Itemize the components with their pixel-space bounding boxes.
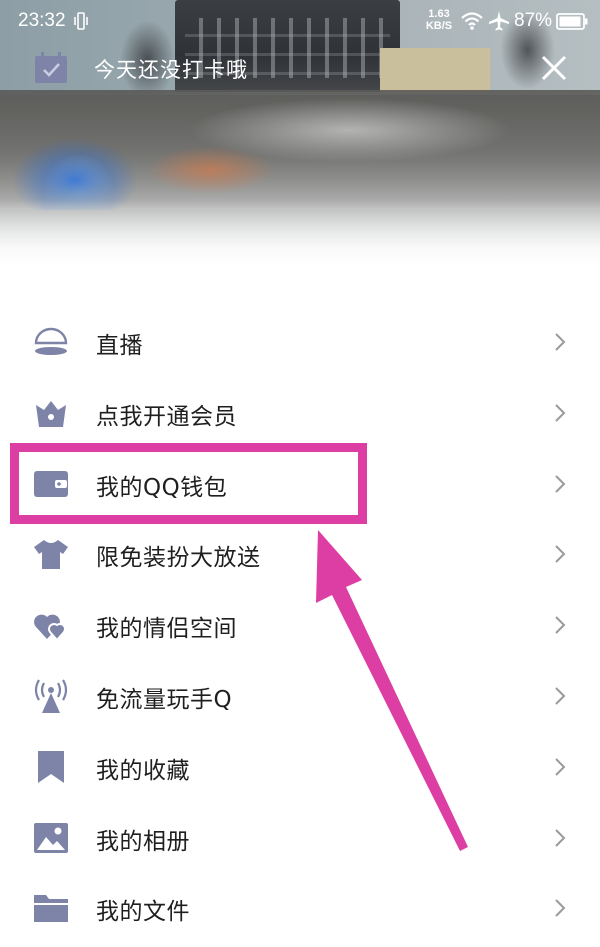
menu-item-label: 限免装扮大放送 <box>96 545 261 572</box>
live-icon <box>34 327 68 355</box>
status-bar: 23:32 1.63 KB/S 87% <box>0 0 600 44</box>
status-time: 23:32 <box>18 10 66 31</box>
chevron-right-icon <box>555 545 566 564</box>
checkin-text[interactable]: 今天还没打卡哦 <box>94 54 248 84</box>
chevron-right-icon <box>555 899 566 918</box>
chevron-right-icon <box>555 333 566 351</box>
chevron-right-icon <box>555 828 566 847</box>
close-icon[interactable] <box>538 52 570 84</box>
header-fade <box>0 200 600 268</box>
menu-item-files[interactable]: 我的文件 <box>0 872 600 943</box>
chevron-right-icon <box>555 474 566 493</box>
tshirt-icon <box>34 540 68 570</box>
annotation-highlight-box <box>10 443 367 524</box>
menu-item-label: 我的收藏 <box>96 757 190 784</box>
menu-item-label: 我的文件 <box>96 899 190 926</box>
calendar-check-icon <box>35 52 67 83</box>
photo-icon <box>34 822 68 853</box>
network-speed-value: 1.63 <box>428 8 450 20</box>
checkin-bar[interactable]: 今天还没打卡哦 <box>0 44 600 92</box>
menu-item-label: 我的情侣空间 <box>96 616 237 643</box>
menu-item-label: 点我开通会员 <box>96 403 237 430</box>
airplane-icon <box>489 11 509 31</box>
folder-icon <box>34 895 68 923</box>
menu-item-vip[interactable]: 点我开通会员 <box>0 377 600 448</box>
bookmark-icon <box>38 750 64 783</box>
crown-icon <box>36 400 66 427</box>
battery-icon <box>556 13 588 30</box>
menu-item-label: 直播 <box>96 333 143 359</box>
chevron-right-icon <box>555 616 566 634</box>
chevron-right-icon <box>555 687 566 705</box>
annotation-arrow <box>316 530 468 851</box>
menu-item-label: 我的相册 <box>96 828 190 855</box>
menu-item-label: 免流量玩手Q <box>96 686 233 713</box>
chevron-right-icon <box>555 758 566 776</box>
chevron-right-icon <box>555 404 566 422</box>
menu-item-live[interactable]: 直播 <box>0 306 600 377</box>
hearts-icon <box>34 614 66 642</box>
network-speed: 1.63 KB/S <box>424 8 454 32</box>
blurred-profile-area[interactable] <box>0 90 600 210</box>
network-speed-unit: KB/S <box>425 20 453 32</box>
vibrate-icon <box>74 12 88 30</box>
antenna-icon <box>34 679 68 713</box>
wifi-icon <box>461 12 483 30</box>
battery-percent: 87% <box>514 10 553 31</box>
